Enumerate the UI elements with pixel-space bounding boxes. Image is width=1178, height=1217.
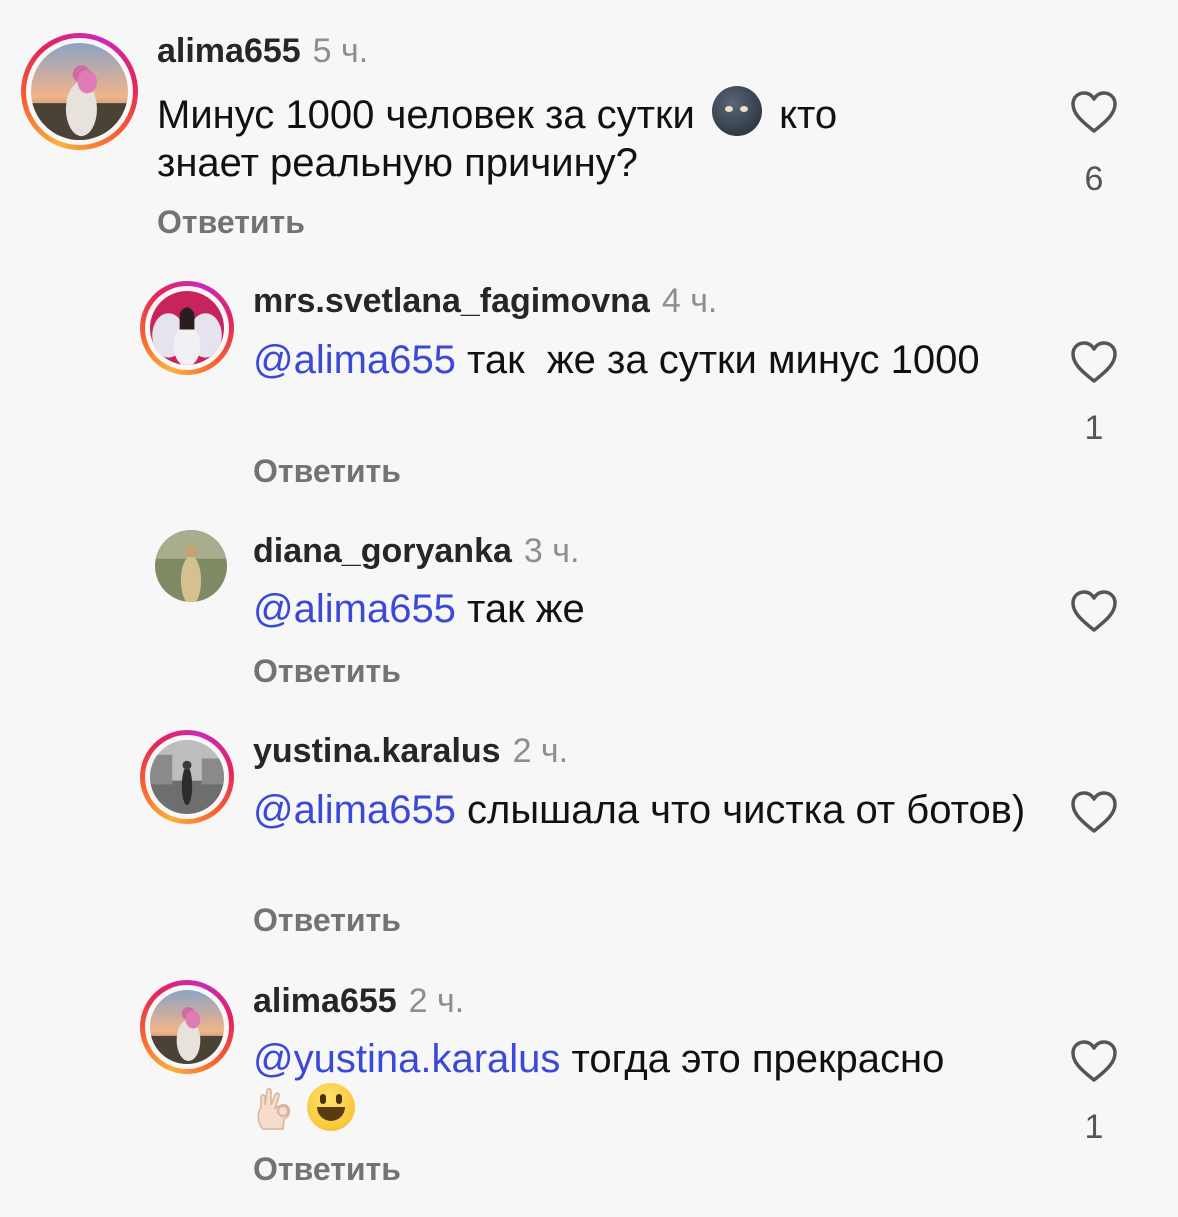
mention-link[interactable]: @yustina.karalus (253, 1037, 560, 1081)
comment-time: 2 ч. (512, 732, 569, 770)
comment-username[interactable]: mrs.svetlana_fagimovna (253, 282, 650, 320)
comment-text: @alima655 слышала что чистка от ботов) (253, 788, 1026, 832)
comment-time: 2 ч. (408, 982, 465, 1020)
avatar (150, 291, 224, 365)
heart-outline-icon[interactable] (1070, 589, 1118, 633)
reply-button[interactable]: Ответить (253, 453, 401, 490)
comment-text: @yustina.karalus тогда это прекрасно (253, 1035, 1033, 1136)
ok-hand-icon (257, 1088, 291, 1130)
avatar-photo-icon (150, 291, 224, 365)
comment-username[interactable]: diana_goryanka (253, 532, 512, 570)
comment-time: 4 ч. (661, 282, 718, 320)
avatar (31, 43, 128, 140)
like-count: 6 (1084, 160, 1104, 198)
comment-username[interactable]: yustina.karalus (253, 732, 501, 770)
avatar (150, 740, 224, 814)
avatar (150, 990, 224, 1064)
comment-text: @alima655 так же (253, 587, 585, 631)
comment-username[interactable]: alima655 (157, 32, 301, 70)
avatar-story-ring[interactable] (21, 33, 138, 150)
avatar-photo-icon (155, 530, 227, 602)
avatar-photo-icon (150, 990, 224, 1064)
avatar-story-ring[interactable] (140, 980, 234, 1074)
like-count: 1 (1084, 409, 1104, 447)
heart-outline-icon[interactable] (1070, 790, 1118, 834)
avatar-photo-icon (31, 43, 128, 140)
heart-outline-icon[interactable] (1070, 90, 1118, 134)
like-count: 1 (1084, 1108, 1104, 1146)
comment-text: @alima655 так же за сутки минус 1000 (253, 338, 980, 382)
mention-link[interactable]: @alima655 (253, 788, 456, 832)
reply-button[interactable]: Ответить (253, 653, 401, 690)
mention-link[interactable]: @alima655 (253, 587, 456, 631)
reply-button[interactable]: Ответить (253, 902, 401, 939)
new-moon-face-icon (711, 86, 762, 136)
heart-outline-icon[interactable] (1070, 340, 1118, 384)
comment-time: 3 ч. (523, 532, 580, 570)
avatar-story-ring[interactable] (140, 730, 234, 824)
mention-link[interactable]: @alima655 (253, 338, 456, 382)
grinning-face-icon (307, 1083, 355, 1131)
comment-username[interactable]: alima655 (253, 982, 397, 1020)
reply-button[interactable]: Ответить (253, 1151, 401, 1188)
comment-text: Минус 1000 человек за сутки кто знает ре… (157, 86, 937, 187)
avatar[interactable] (155, 530, 227, 602)
comment-time: 5 ч. (312, 32, 369, 70)
avatar-photo-icon (150, 740, 224, 814)
heart-outline-icon[interactable] (1070, 1039, 1118, 1083)
avatar-story-ring[interactable] (140, 281, 234, 375)
reply-button[interactable]: Ответить (157, 204, 305, 241)
